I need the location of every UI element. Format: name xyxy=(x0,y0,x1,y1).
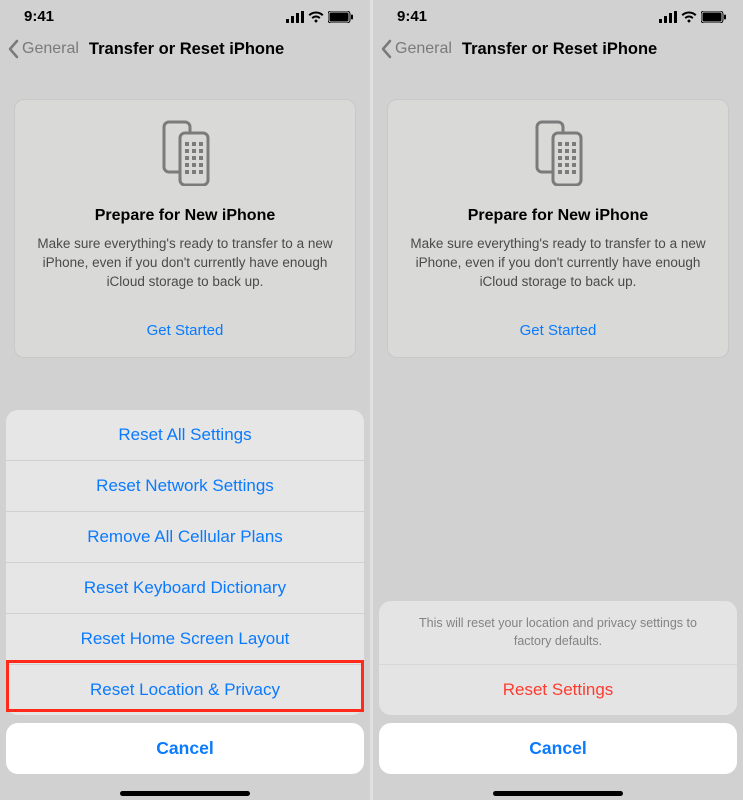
status-time: 9:41 xyxy=(24,8,54,25)
page-title: Transfer or Reset iPhone xyxy=(89,40,284,59)
reset-all-settings-item[interactable]: Reset All Settings xyxy=(6,410,364,460)
signal-icon xyxy=(286,11,304,23)
prepare-card: Prepare for New iPhone Make sure everyth… xyxy=(387,99,729,358)
home-indicator[interactable] xyxy=(120,791,250,796)
confirm-group: This will reset your location and privac… xyxy=(379,601,737,715)
back-label: General xyxy=(395,40,452,58)
action-sheet: Reset All Settings Reset Network Setting… xyxy=(0,404,370,800)
status-bar: 9:41 xyxy=(373,0,743,29)
reset-settings-button[interactable]: Reset Settings xyxy=(379,664,737,715)
wifi-icon xyxy=(681,11,697,23)
status-icons xyxy=(286,11,354,23)
get-started-link[interactable]: Get Started xyxy=(406,322,710,339)
prepare-card: Prepare for New iPhone Make sure everyth… xyxy=(14,99,356,358)
phone-right: 9:41 General Transfer or Reset iPhone xyxy=(373,0,743,800)
reset-home-screen-item[interactable]: Reset Home Screen Layout xyxy=(6,613,364,664)
cancel-button[interactable]: Cancel xyxy=(379,723,737,774)
reset-keyboard-dictionary-item[interactable]: Reset Keyboard Dictionary xyxy=(6,562,364,613)
confirm-message: This will reset your location and privac… xyxy=(379,601,737,664)
chevron-left-icon xyxy=(379,39,393,59)
reset-location-privacy-item[interactable]: Reset Location & Privacy xyxy=(6,664,364,715)
reset-network-settings-item[interactable]: Reset Network Settings xyxy=(6,460,364,511)
cancel-button[interactable]: Cancel xyxy=(6,723,364,774)
signal-icon xyxy=(659,11,677,23)
status-bar: 9:41 xyxy=(0,0,370,29)
phone-left: 9:41 General Transfer or Reset iPhone xyxy=(0,0,370,800)
battery-icon xyxy=(328,11,354,23)
card-description: Make sure everything's ready to transfer… xyxy=(406,235,710,292)
get-started-link[interactable]: Get Started xyxy=(33,322,337,339)
remove-cellular-plans-item[interactable]: Remove All Cellular Plans xyxy=(6,511,364,562)
card-title: Prepare for New iPhone xyxy=(33,207,337,225)
phone-transfer-icon xyxy=(33,120,337,191)
status-time: 9:41 xyxy=(397,8,427,25)
battery-icon xyxy=(701,11,727,23)
nav-bar: General Transfer or Reset iPhone xyxy=(0,29,370,69)
action-sheet-group: Reset All Settings Reset Network Setting… xyxy=(6,410,364,715)
back-label: General xyxy=(22,40,79,58)
nav-bar: General Transfer or Reset iPhone xyxy=(373,29,743,69)
confirm-sheet: This will reset your location and privac… xyxy=(373,595,743,800)
page-title: Transfer or Reset iPhone xyxy=(462,40,657,59)
phone-transfer-icon xyxy=(406,120,710,191)
card-description: Make sure everything's ready to transfer… xyxy=(33,235,337,292)
back-button[interactable]: General xyxy=(379,39,452,59)
home-indicator[interactable] xyxy=(493,791,623,796)
chevron-left-icon xyxy=(6,39,20,59)
wifi-icon xyxy=(308,11,324,23)
card-title: Prepare for New iPhone xyxy=(406,207,710,225)
back-button[interactable]: General xyxy=(6,39,79,59)
status-icons xyxy=(659,11,727,23)
